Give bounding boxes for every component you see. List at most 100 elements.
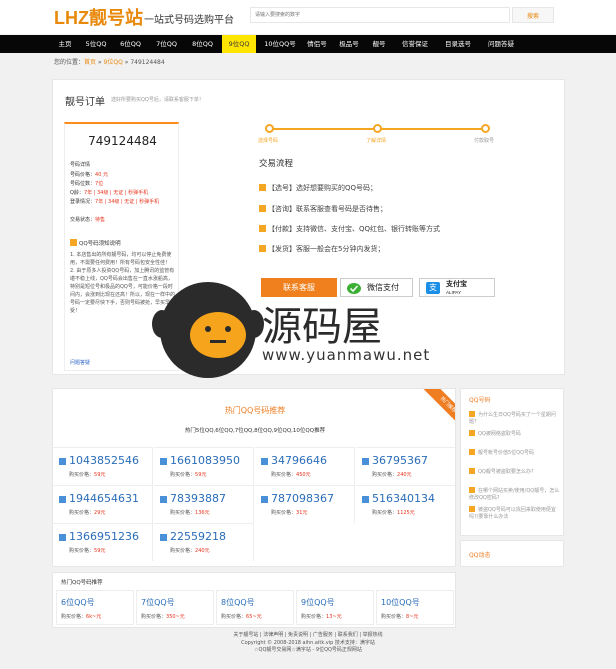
site-header: LHZ靓号站 一站式号码选购平台 搜索 — [0, 0, 616, 34]
site-logo[interactable]: LHZ靓号站 — [54, 4, 143, 30]
qq-icon — [59, 534, 66, 541]
order-steps: 选择号码 了解详情 付款取号 — [258, 124, 494, 144]
rec-item[interactable]: 10位QQ号购买价格：8~元 — [376, 590, 454, 625]
qq-number-link[interactable]: 1944654631 — [69, 492, 139, 505]
qq-age-value: 7年 | 34级 | 无证 | 秒弹手机 — [83, 190, 149, 196]
price-line: 购买价格：240元 — [372, 472, 412, 478]
breadcrumb-home[interactable]: 首页 — [84, 59, 96, 66]
rec-item[interactable]: 7位QQ号购买价格：350~元 — [136, 590, 214, 625]
checkbox-icon — [259, 205, 266, 212]
article-icon — [469, 430, 475, 436]
rec-item[interactable]: 8位QQ号购买价格：65~元 — [216, 590, 294, 625]
nav-item-5qq[interactable]: 5位QQ — [80, 35, 112, 53]
article-icon — [469, 506, 475, 512]
article-link[interactable]: QQ靓号被盗取要怎么办? — [469, 468, 561, 476]
price-line: 购买价格：240元 — [170, 548, 210, 554]
breadcrumb-prefix: 您的位置： — [54, 59, 85, 66]
rec-item-name[interactable]: 10位QQ号 — [381, 597, 420, 608]
footer-links[interactable]: 关于靓号站 | 法律声明 | 免责说明 | 广告服务 | 联系我们 | 举报热线 — [0, 632, 616, 640]
checkbox-icon — [259, 225, 266, 232]
nav-item-10qq[interactable]: 10位QQ号 — [260, 35, 300, 53]
nav-item-9qq[interactable]: 9位QQ — [222, 35, 256, 53]
number-cell[interactable]: 34796646 购买价格：450元 — [255, 447, 355, 485]
qq-number-link[interactable]: 36795367 — [372, 454, 428, 467]
nav-item-couple[interactable]: 情侣号 — [302, 35, 332, 53]
number-cell[interactable]: 1944654631 购买价格：29元 — [53, 485, 153, 523]
nav-item-vip[interactable]: 靓号 — [366, 35, 392, 53]
article-link[interactable]: 为什么生日QQ号码买了一个星期问题？ — [469, 411, 561, 426]
rec-item-price: 购买价格：65~元 — [221, 614, 262, 620]
rec-item[interactable]: 6位QQ号购买价格：6k~元 — [56, 590, 134, 625]
rec-item-price: 购买价格：350~元 — [141, 614, 185, 620]
nav-item-6qq[interactable]: 6位QQ — [114, 35, 147, 53]
article-link[interactable]: 被盗QQ号码可以找回来取使用便宜吗?/要靠什么办法 — [469, 506, 561, 521]
article-link[interactable]: 在哪个网站买卖/使用/QQ靓号，怎么修改QQ密码? — [469, 487, 561, 502]
number-cell[interactable]: 787098367 购买价格：31元 — [255, 485, 355, 523]
nav-item-faq[interactable]: 问题答疑 — [481, 35, 521, 53]
number-cell[interactable]: 516340134 购买价格：1125元 — [356, 485, 455, 523]
rec-item-price: 购买价格：8~元 — [381, 614, 419, 620]
details-label: 号码详情 — [70, 162, 91, 168]
price-line: 购买价格：59元 — [69, 472, 106, 478]
nav-item-8qq[interactable]: 8位QQ — [186, 35, 219, 53]
digits-label: 号码位数： — [70, 181, 96, 187]
rec-item-name[interactable]: 6位QQ号 — [61, 597, 95, 608]
price-line: 购买价格：31元 — [271, 510, 308, 516]
flow-item: 【发货】客服一般会在5分钟内发货； — [259, 244, 384, 254]
search-input[interactable] — [250, 7, 510, 23]
qq-number-link[interactable]: 34796646 — [271, 454, 327, 467]
flow-item: 【付款】支持微信、支付宝、QQ红包、银行转账等方式 — [259, 224, 440, 234]
price-line: 购买价格：29元 — [69, 510, 106, 516]
breadcrumb-category[interactable]: 9位QQ — [104, 59, 123, 66]
number-cell[interactable]: 78393887 购买价格：136元 — [154, 485, 254, 523]
qq-icon — [362, 496, 369, 503]
rec-item-name[interactable]: 8位QQ号 — [221, 597, 255, 608]
qq-number: 749124484 — [88, 134, 157, 148]
order-subtitle: 选好所要购买QQ号后，请联系客服下单！ — [111, 97, 204, 103]
main-nav: 主页 5位QQ 6位QQ 7位QQ 8位QQ 9位QQ 10位QQ号 情侣号 极… — [0, 35, 616, 53]
qq-number-link[interactable]: 1661083950 — [170, 454, 240, 467]
checkbox-icon — [70, 239, 77, 246]
rec-item[interactable]: 9位QQ号 购买价格：13~元 — [296, 590, 374, 625]
nav-item-7qq[interactable]: 7位QQ — [150, 35, 183, 53]
price-line: 购买价格：59元 — [69, 548, 106, 554]
site-slogan: 一站式号码选购平台 — [144, 15, 234, 26]
qq-icon — [59, 496, 66, 503]
footer: 关于靓号站 | 法律声明 | 免责说明 | 广告服务 | 联系我们 | 举报热线… — [0, 632, 616, 655]
login-label: 登录情况： — [70, 199, 96, 205]
qq-icon — [261, 458, 268, 465]
number-cell[interactable]: 36795367 购买价格：240元 — [356, 447, 455, 485]
number-cell[interactable]: 1043852546 购买价格：59元 — [53, 447, 153, 485]
step-dot — [265, 124, 274, 133]
faq-link[interactable]: 问题答疑 — [70, 359, 90, 366]
nav-item-home[interactable]: 主页 — [52, 35, 78, 53]
rec-item-price: 购买价格：6k~元 — [61, 614, 102, 620]
price-line: 购买价格：136元 — [170, 510, 210, 516]
nav-item-trust[interactable]: 信誉保证 — [395, 35, 435, 53]
qq-number-link[interactable]: 787098367 — [271, 492, 334, 505]
article-icon — [469, 487, 475, 493]
number-cell[interactable]: 1661083950 购买价格：59元 — [154, 447, 254, 485]
rec-item-name[interactable]: 9位QQ号 — [301, 597, 335, 608]
price-value: 40 元 — [95, 172, 108, 178]
qq-number-link[interactable]: 516340134 — [372, 492, 435, 505]
article-link[interactable]: 靓号帐号价值5位QQ号码 — [469, 449, 561, 457]
step-dot — [481, 124, 490, 133]
qq-number-link[interactable]: 1043852546 — [69, 454, 139, 467]
number-cell[interactable]: 22559218 购买价格：240元 — [154, 523, 254, 561]
monkey-logo-icon — [152, 282, 264, 378]
number-cell[interactable]: 1366951236 购买价格：59元 — [53, 523, 153, 561]
qq-number-link[interactable]: 78393887 — [170, 492, 226, 505]
nav-item-catalog[interactable]: 目录选号 — [438, 35, 478, 53]
qq-number-link[interactable]: 1366951236 — [69, 530, 139, 543]
rec-item-name[interactable]: 7位QQ号 — [141, 597, 175, 608]
article-link[interactable]: QQ被网络盗取号码 — [469, 430, 561, 438]
qq-icon — [59, 458, 66, 465]
breadcrumb-current: 749124484 — [130, 59, 165, 66]
qq-icon — [261, 496, 268, 503]
search-button[interactable]: 搜索 — [512, 7, 554, 23]
nav-item-premium[interactable]: 极品号 — [334, 35, 364, 53]
qq-news-card: QQ动态 — [460, 540, 564, 567]
login-value: 7年 | 34级 | 无证 | 秒弹手机 — [95, 199, 160, 205]
qq-number-link[interactable]: 22559218 — [170, 530, 226, 543]
